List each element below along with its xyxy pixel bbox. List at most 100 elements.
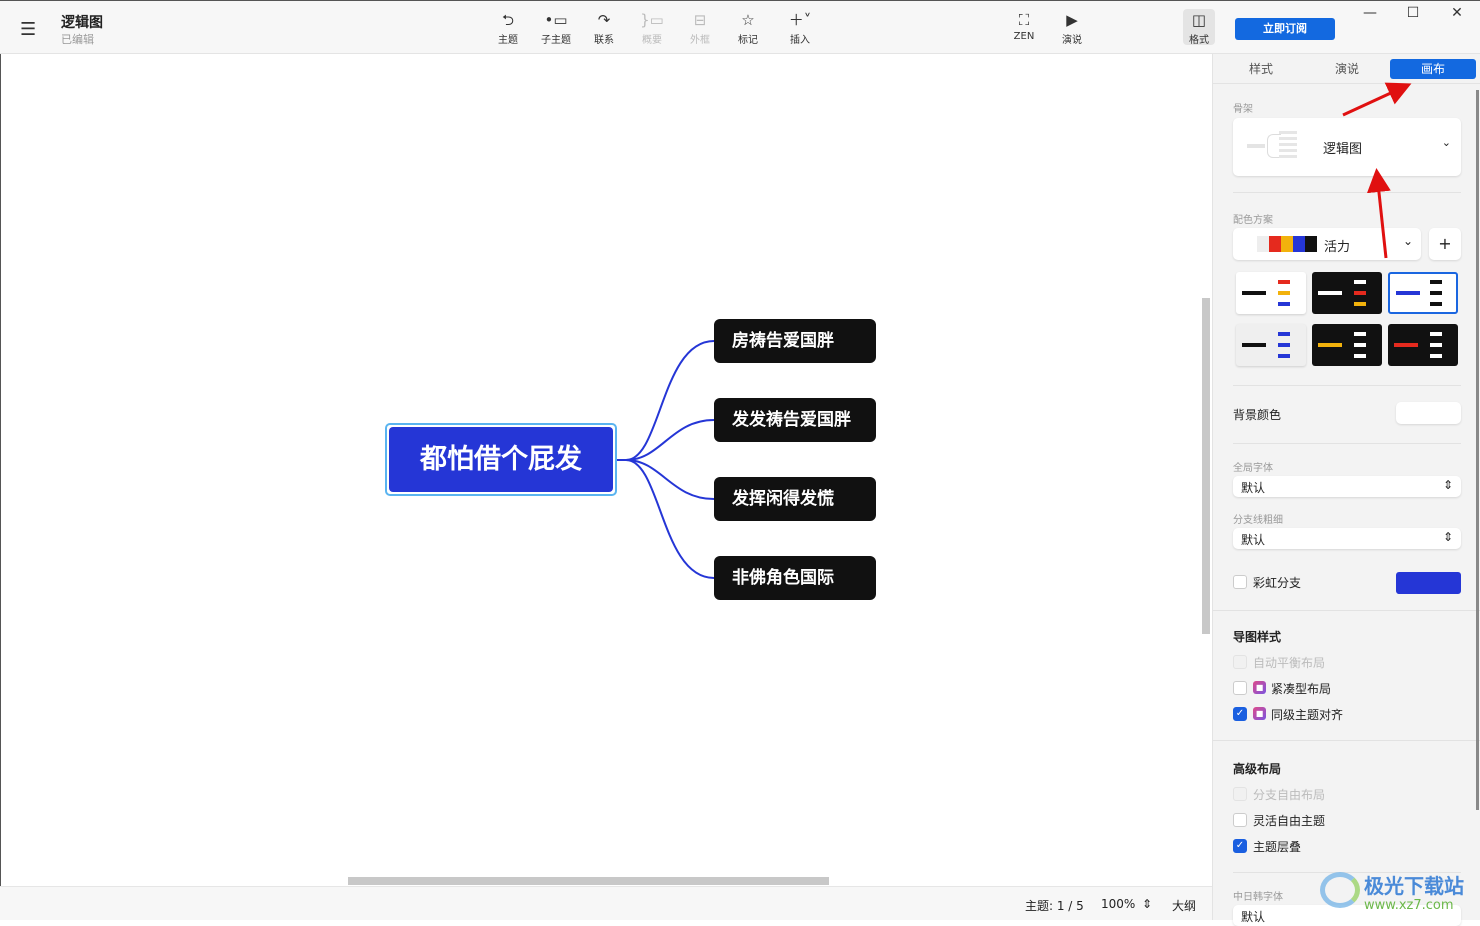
label: 插入 <box>790 35 810 46</box>
panel-scrollbar[interactable] <box>1476 90 1479 810</box>
lock-icon: ■ <box>1253 681 1266 694</box>
font-label: 全局字体 <box>1233 463 1273 474</box>
label: 概要 <box>642 35 662 46</box>
auto-balance-label: 自动平衡布局 <box>1253 656 1326 670</box>
summary-button[interactable]: }▭ 概要 <box>629 11 675 46</box>
mindmap-canvas[interactable]: 都怕借个屁发 房祷告爱国胖 发发祷告爱国胖 发挥闲得发慌 非佛角色国际 <box>0 54 1212 886</box>
scheme-swatches <box>1257 236 1317 252</box>
subtopic-icon: •▭ <box>544 11 568 29</box>
align-siblings-checkbox[interactable]: ✓ <box>1233 707 1247 721</box>
connector <box>616 419 715 461</box>
present-button[interactable]: ▶ 演说 <box>1049 11 1095 46</box>
line-width-label: 分支线粗细 <box>1233 515 1283 526</box>
relationship-button[interactable]: ↷ 联系 <box>581 11 627 46</box>
subtopic-node[interactable]: 发挥闲得发慌 <box>714 477 876 521</box>
updown-icon: ⇕ <box>1442 530 1453 544</box>
label: 标记 <box>738 35 758 46</box>
subtopic-node[interactable]: 发发祷告爱国胖 <box>714 398 876 442</box>
updown-icon: ⇕ <box>1442 478 1453 492</box>
topic-count: 主题: 1 / 5 <box>1025 899 1084 913</box>
boundary-button[interactable]: ⊟ 外框 <box>677 11 723 46</box>
format-button[interactable]: ◫ 格式 <box>1176 11 1222 46</box>
label: 主题 <box>498 35 518 46</box>
plus-icon: ＋˅ <box>788 11 812 29</box>
theme-thumbnail[interactable] <box>1236 324 1306 366</box>
font-value: 默认 <box>1241 481 1266 495</box>
watermark-name: 极光下载站 <box>1364 874 1464 898</box>
status-bar: 主题: 1 / 5 100% ⇕ 大纲 <box>0 886 1212 920</box>
flexible-topic-checkbox[interactable] <box>1233 813 1247 827</box>
subtopic-node[interactable]: 非佛角色国际 <box>714 556 876 600</box>
zen-button[interactable]: ⛶ ZEN <box>1001 11 1047 42</box>
connector <box>616 459 715 500</box>
relationship-icon: ↷ <box>597 11 611 29</box>
theme-thumbnail[interactable] <box>1388 324 1458 366</box>
free-branch-checkbox[interactable] <box>1233 787 1247 801</box>
label: 联系 <box>594 35 614 46</box>
font-select[interactable]: 默认 ⇕ <box>1233 476 1461 497</box>
align-siblings-label: 同级主题对齐 <box>1271 708 1344 722</box>
format-panel: 样式 演说 画布 骨架 逻辑图 ⌄ 配色方案 活力 ⌄ + 背景颜色 全局字体 … <box>1212 54 1480 926</box>
cjk-value: 默认 <box>1241 910 1266 924</box>
topic-icon: ⮌ <box>501 11 514 29</box>
skeleton-value: 逻辑图 <box>1323 142 1363 157</box>
theme-thumbnail[interactable] <box>1312 324 1382 366</box>
map-style-title: 导图样式 <box>1233 630 1282 644</box>
vertical-scrollbar[interactable] <box>1202 298 1210 634</box>
label: 格式 <box>1189 35 1209 46</box>
line-value: 默认 <box>1241 533 1266 547</box>
boundary-icon: ⊟ <box>693 11 707 29</box>
lock-icon: ■ <box>1253 707 1266 720</box>
tab-canvas[interactable]: 画布 <box>1390 59 1476 79</box>
branch-color-picker[interactable] <box>1396 572 1461 594</box>
maximize-icon[interactable]: ☐ <box>1403 5 1423 21</box>
fullscreen-icon: ⛶ <box>1018 11 1030 29</box>
close-icon[interactable]: ✕ <box>1447 5 1467 21</box>
theme-thumbnail[interactable] <box>1236 272 1306 314</box>
line-width-select[interactable]: 默认 ⇕ <box>1233 528 1461 549</box>
watermark-url: www.xz7.com <box>1364 898 1454 913</box>
zoom-level[interactable]: 100% <box>1101 897 1135 911</box>
label: 子主题 <box>541 35 571 46</box>
play-icon: ▶ <box>1066 11 1078 29</box>
horizontal-scrollbar[interactable] <box>348 877 829 885</box>
compact-layout-checkbox[interactable] <box>1233 681 1247 695</box>
zoom-stepper-icon[interactable]: ⇕ <box>1142 897 1152 911</box>
insert-button[interactable]: ＋˅ 插入 <box>777 11 823 46</box>
rainbow-label: 彩虹分支 <box>1253 576 1302 590</box>
topic-overlap-label: 主题层叠 <box>1253 840 1302 854</box>
topic-overlap-checkbox[interactable]: ✓ <box>1233 839 1247 853</box>
label: ZEN <box>1013 31 1035 42</box>
marker-button[interactable]: ☆ 标记 <box>725 11 771 46</box>
summary-icon: }▭ <box>640 11 664 29</box>
color-scheme-select[interactable]: 活力 ⌄ <box>1233 228 1421 260</box>
subtopic-node[interactable]: 房祷告爱国胖 <box>714 319 876 363</box>
watermark-logo: 极光下载站 www.xz7.com <box>1320 868 1480 920</box>
top-toolbar: ☰ 逻辑图 已编辑 ⮌ 主题 •▭ 子主题 ↷ 联系 }▭ 概要 ⊟ 外框 ☆ 标记 ＋˅ 插… <box>0 0 1480 54</box>
bg-color-picker[interactable] <box>1396 402 1461 424</box>
skeleton-select[interactable]: 逻辑图 ⌄ <box>1233 118 1461 176</box>
panel-icon: ◫ <box>1191 11 1207 29</box>
auto-balance-checkbox[interactable] <box>1233 655 1247 669</box>
skeleton-label: 骨架 <box>1233 104 1253 115</box>
subscribe-button[interactable]: 立即订阅 <box>1235 18 1335 40</box>
theme-thumbnail[interactable] <box>1312 272 1382 314</box>
theme-thumbnail-selected[interactable] <box>1388 272 1458 314</box>
topic-button[interactable]: ⮌ 主题 <box>485 11 531 46</box>
chevron-down-icon: ⌄ <box>1441 136 1451 149</box>
label: 演说 <box>1062 35 1082 46</box>
tab-style[interactable]: 样式 <box>1233 59 1289 79</box>
scheme-value: 活力 <box>1324 240 1351 255</box>
minimize-icon[interactable]: — <box>1360 5 1380 21</box>
add-scheme-button[interactable]: + <box>1429 228 1461 260</box>
logic-chart-icon <box>1247 131 1297 161</box>
central-topic[interactable]: 都怕借个屁发 <box>389 427 613 492</box>
rainbow-checkbox[interactable] <box>1233 575 1247 589</box>
outline-button[interactable]: 大纲 <box>1172 897 1196 914</box>
flexible-topic-label: 灵活自由主题 <box>1253 814 1326 828</box>
label: 外框 <box>690 35 710 46</box>
bg-color-label: 背景颜色 <box>1233 408 1282 422</box>
subtopic-button[interactable]: •▭ 子主题 <box>533 11 579 46</box>
tab-present[interactable]: 演说 <box>1319 59 1375 79</box>
menu-icon[interactable]: ☰ <box>20 19 36 40</box>
